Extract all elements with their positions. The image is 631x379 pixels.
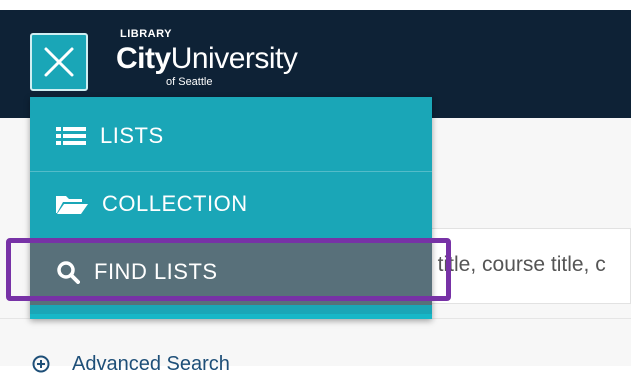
menu-item-lists[interactable]: LISTS: [30, 103, 432, 169]
search-placeholder: t title, course title, c: [426, 253, 606, 276]
advanced-search-link[interactable]: Advanced Search: [32, 349, 230, 379]
top-strip: [0, 0, 631, 10]
logo-city-text: City: [116, 42, 171, 75]
highlight-annotation: [6, 238, 451, 301]
menu-bottom-bar: [30, 314, 432, 319]
menu-item-label: COLLECTION: [102, 191, 248, 216]
logo-subtitle: of Seattle: [166, 76, 213, 88]
list-icon: [56, 127, 86, 145]
logo-university-text: University: [170, 42, 298, 75]
menu-close-button[interactable]: [30, 33, 88, 91]
logo-library-text: LIBRARY: [120, 28, 172, 40]
plus-circle-icon: [32, 355, 50, 373]
logo-name: CityUniversity: [116, 42, 298, 76]
advanced-search-label: Advanced Search: [72, 352, 230, 375]
close-icon: [44, 47, 74, 77]
menu-item-collection[interactable]: COLLECTION: [30, 171, 432, 237]
menu-item-label: LISTS: [100, 123, 164, 148]
folder-open-icon: [56, 196, 88, 214]
